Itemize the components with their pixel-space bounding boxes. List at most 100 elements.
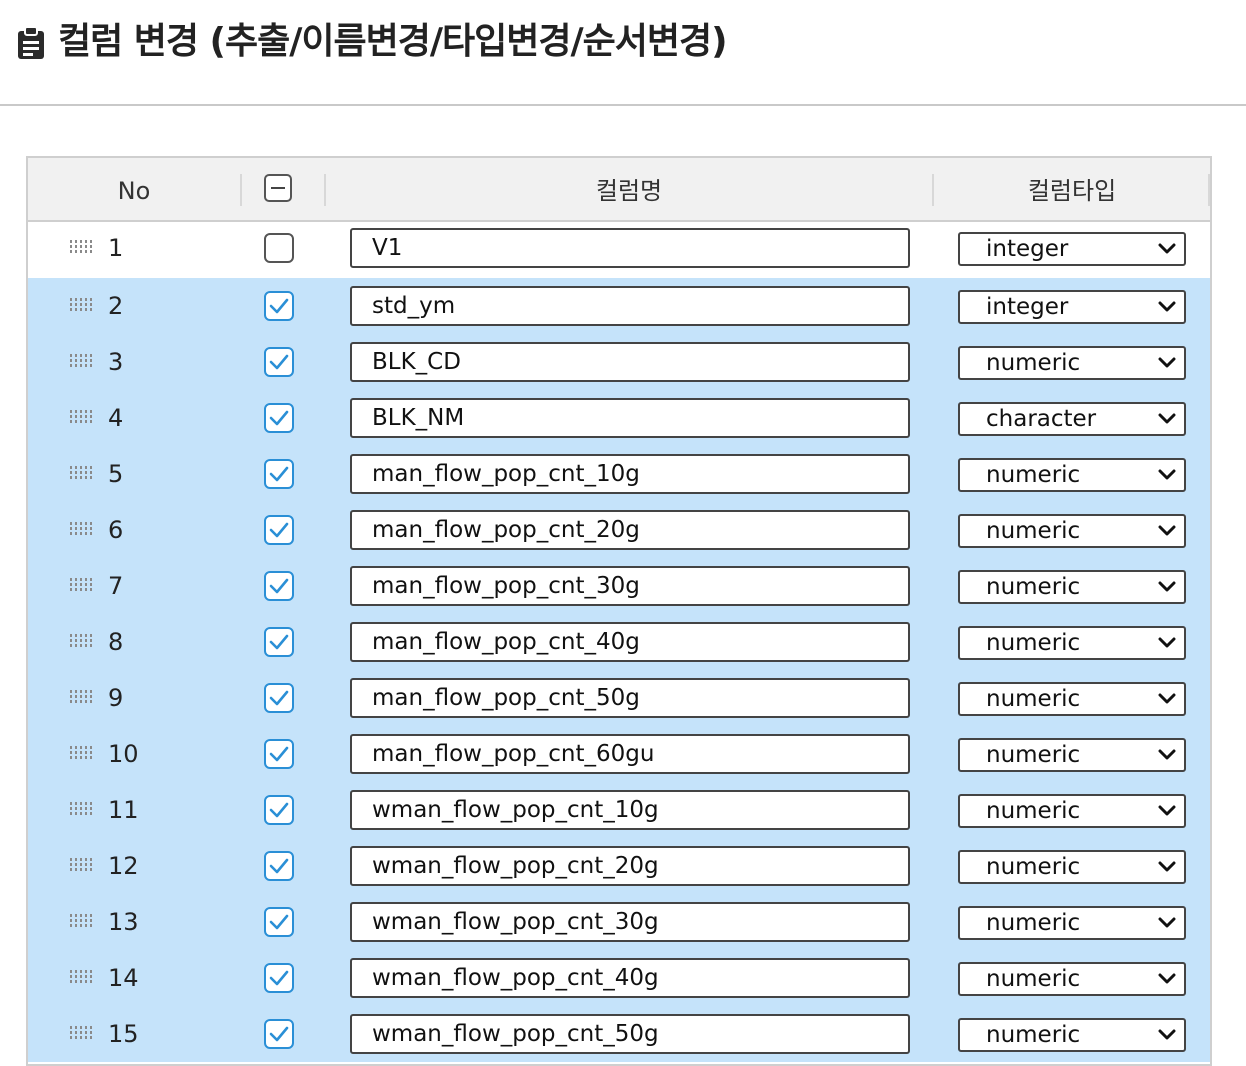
table-row[interactable]: 6 numeric bbox=[28, 502, 1210, 558]
grid-header: No 컬럼명 컬럼타입 bbox=[28, 158, 1210, 222]
row-checkbox[interactable] bbox=[264, 459, 294, 489]
drag-handle-icon[interactable] bbox=[70, 1026, 92, 1040]
column-grid: No 컬럼명 컬럼타입 1 integer 2 integer 3 numeric 4 cha… bbox=[26, 156, 1212, 1066]
row-number: 2 bbox=[108, 292, 124, 320]
column-type-select[interactable]: numeric bbox=[958, 738, 1186, 772]
column-type-select[interactable]: integer bbox=[958, 232, 1186, 266]
drag-handle-icon[interactable] bbox=[70, 522, 92, 536]
column-name-input[interactable] bbox=[350, 958, 910, 998]
column-type-select[interactable]: numeric bbox=[958, 570, 1186, 604]
checkmark-icon bbox=[269, 802, 289, 818]
drag-handle-icon[interactable] bbox=[70, 410, 92, 424]
table-row[interactable]: 2 integer bbox=[28, 278, 1210, 334]
table-row[interactable]: 3 numeric bbox=[28, 334, 1210, 390]
column-type-value: numeric bbox=[986, 462, 1081, 488]
column-type-select[interactable]: numeric bbox=[958, 626, 1186, 660]
column-type-value: numeric bbox=[986, 630, 1081, 656]
drag-handle-icon[interactable] bbox=[70, 298, 92, 312]
table-row[interactable]: 11 numeric bbox=[28, 782, 1210, 838]
drag-handle-icon[interactable] bbox=[70, 858, 92, 872]
row-checkbox[interactable] bbox=[264, 571, 294, 601]
column-name-input[interactable] bbox=[350, 454, 910, 494]
column-name-input[interactable] bbox=[350, 566, 910, 606]
table-row[interactable]: 1 integer bbox=[28, 220, 1210, 278]
column-name-input[interactable] bbox=[350, 790, 910, 830]
row-checkbox[interactable] bbox=[264, 907, 294, 937]
drag-handle-icon[interactable] bbox=[70, 466, 92, 480]
column-type-select[interactable]: character bbox=[958, 402, 1186, 436]
column-type-select[interactable]: numeric bbox=[958, 794, 1186, 828]
checkmark-icon bbox=[269, 522, 289, 538]
column-header-no[interactable]: No bbox=[28, 158, 240, 220]
drag-handle-icon[interactable] bbox=[70, 578, 92, 592]
drag-handle-icon[interactable] bbox=[70, 690, 92, 704]
column-type-select[interactable]: numeric bbox=[958, 682, 1186, 716]
drag-handle-icon[interactable] bbox=[70, 240, 92, 254]
column-name-input[interactable] bbox=[350, 510, 910, 550]
table-row[interactable]: 4 character bbox=[28, 390, 1210, 446]
column-header-name[interactable]: 컬럼명 bbox=[326, 158, 932, 220]
table-row[interactable]: 7 numeric bbox=[28, 558, 1210, 614]
row-checkbox[interactable] bbox=[264, 795, 294, 825]
column-type-select[interactable]: numeric bbox=[958, 850, 1186, 884]
table-row[interactable]: 9 numeric bbox=[28, 670, 1210, 726]
chevron-down-icon bbox=[1158, 805, 1176, 816]
table-row[interactable]: 13 numeric bbox=[28, 894, 1210, 950]
column-type-select[interactable]: numeric bbox=[958, 458, 1186, 492]
chevron-down-icon bbox=[1158, 301, 1176, 312]
table-row[interactable]: 15 numeric bbox=[28, 1006, 1210, 1062]
drag-handle-icon[interactable] bbox=[70, 634, 92, 648]
row-number: 9 bbox=[108, 684, 124, 712]
row-checkbox[interactable] bbox=[264, 291, 294, 321]
row-checkbox[interactable] bbox=[264, 233, 294, 263]
column-name-input[interactable] bbox=[350, 398, 910, 438]
column-name-input[interactable] bbox=[350, 286, 910, 326]
row-number: 4 bbox=[108, 404, 124, 432]
column-name-input[interactable] bbox=[350, 902, 910, 942]
drag-handle-icon[interactable] bbox=[70, 746, 92, 760]
row-number: 5 bbox=[108, 460, 124, 488]
table-row[interactable]: 5 numeric bbox=[28, 446, 1210, 502]
drag-handle-icon[interactable] bbox=[70, 354, 92, 368]
row-number: 6 bbox=[108, 516, 124, 544]
row-number: 11 bbox=[108, 796, 139, 824]
column-header-type[interactable]: 컬럼타입 bbox=[934, 158, 1210, 220]
row-checkbox[interactable] bbox=[264, 739, 294, 769]
table-row[interactable]: 14 numeric bbox=[28, 950, 1210, 1006]
column-name-input[interactable] bbox=[350, 622, 910, 662]
column-name-input[interactable] bbox=[350, 678, 910, 718]
page-title: 컬럼 변경 (추출/이름변경/타입변경/순서변경) bbox=[58, 21, 728, 62]
column-type-select[interactable]: numeric bbox=[958, 906, 1186, 940]
row-checkbox[interactable] bbox=[264, 627, 294, 657]
row-checkbox[interactable] bbox=[264, 403, 294, 433]
table-row[interactable]: 10 numeric bbox=[28, 726, 1210, 782]
checkmark-icon bbox=[269, 578, 289, 594]
column-type-select[interactable]: numeric bbox=[958, 514, 1186, 548]
table-row[interactable]: 12 numeric bbox=[28, 838, 1210, 894]
column-type-value: character bbox=[986, 406, 1097, 432]
column-type-select[interactable]: numeric bbox=[958, 1018, 1186, 1052]
column-type-value: numeric bbox=[986, 854, 1081, 880]
column-name-input[interactable] bbox=[350, 846, 910, 886]
row-checkbox[interactable] bbox=[264, 347, 294, 377]
row-checkbox[interactable] bbox=[264, 1019, 294, 1049]
column-name-input[interactable] bbox=[350, 342, 910, 382]
header-divider bbox=[240, 174, 242, 206]
drag-handle-icon[interactable] bbox=[70, 970, 92, 984]
select-all-checkbox[interactable] bbox=[264, 174, 292, 202]
row-number: 15 bbox=[108, 1020, 139, 1048]
row-checkbox[interactable] bbox=[264, 963, 294, 993]
column-type-select[interactable]: integer bbox=[958, 290, 1186, 324]
drag-handle-icon[interactable] bbox=[70, 914, 92, 928]
row-checkbox[interactable] bbox=[264, 851, 294, 881]
drag-handle-icon[interactable] bbox=[70, 802, 92, 816]
column-type-select[interactable]: numeric bbox=[958, 346, 1186, 380]
column-name-input[interactable] bbox=[350, 734, 910, 774]
column-name-input[interactable] bbox=[350, 228, 910, 268]
row-checkbox[interactable] bbox=[264, 683, 294, 713]
chevron-down-icon bbox=[1158, 1029, 1176, 1040]
row-checkbox[interactable] bbox=[264, 515, 294, 545]
column-name-input[interactable] bbox=[350, 1014, 910, 1054]
table-row[interactable]: 8 numeric bbox=[28, 614, 1210, 670]
column-type-select[interactable]: numeric bbox=[958, 962, 1186, 996]
